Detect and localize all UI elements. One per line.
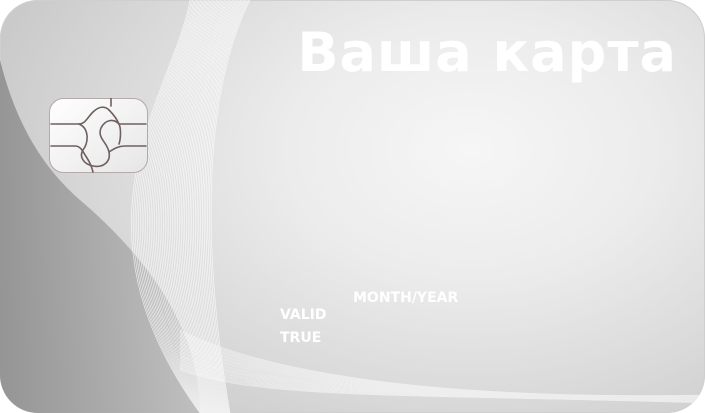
valid-label: VALID	[280, 307, 327, 323]
emv-chip-icon	[49, 98, 148, 173]
expiry-date-label: MONTH/YEAR	[353, 290, 459, 306]
card-title: Ваша карта	[297, 21, 677, 84]
true-label: TRUE	[280, 330, 322, 346]
payment-card: Ваша карта MONTH/YEAR VALID TRUE	[0, 0, 705, 413]
